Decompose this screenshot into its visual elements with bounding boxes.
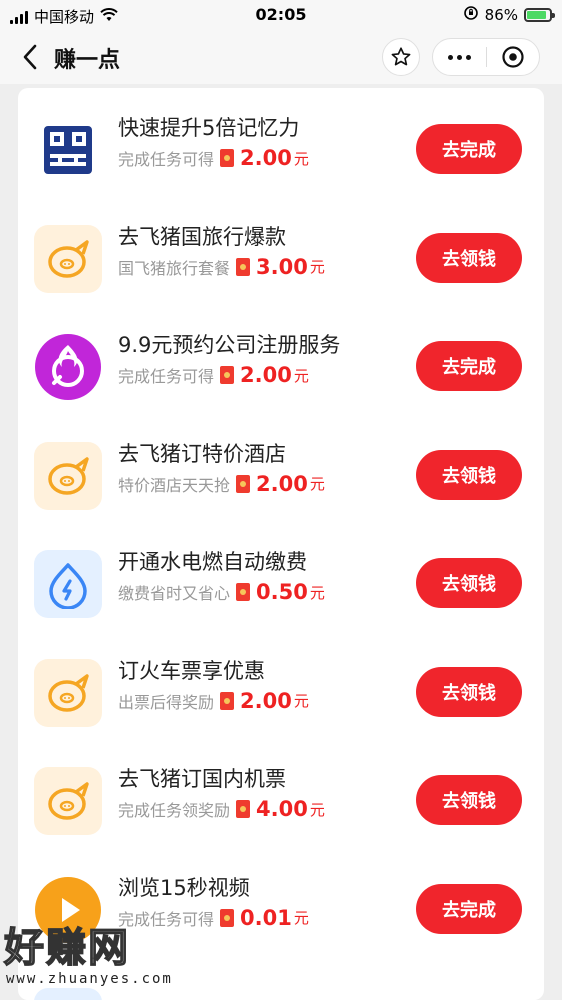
task-action-button[interactable]: 去领钱 [416, 232, 522, 283]
reward-unit: 元 [309, 475, 325, 493]
reward-unit: 元 [293, 692, 309, 710]
task-title: 去飞猪国旅行爆款 [118, 224, 286, 249]
reward-amount: 2.00 [240, 688, 292, 713]
red-packet-icon [220, 691, 235, 710]
more-button[interactable] [433, 38, 486, 76]
task-description: 完成任务领奖励 [118, 801, 231, 820]
target-close-icon [502, 46, 524, 68]
task-row: 订火车票享优惠出票后得奖励 2.00 元 去领钱 [18, 643, 544, 751]
red-packet-icon [220, 366, 235, 384]
reward-unit: 元 [309, 800, 325, 819]
task-action-button[interactable]: 去完成 [416, 883, 522, 934]
reward-unit: 元 [293, 909, 309, 927]
task-row: 9.9元预约公司注册服务完成任务可得 2.00 元 去完成 [18, 317, 544, 425]
task-row: 去飞猪国旅行爆款国飞猪旅行套餐 3.00 元 去领钱 [18, 209, 544, 317]
task-description: 完成任务可得 [118, 367, 215, 386]
nav-bar: 赚一点 [0, 30, 562, 84]
reward-amount: 2.00 [240, 363, 292, 387]
task-reward: 完成任务可得 2.00 元 [118, 363, 309, 387]
status-right: 86% [463, 5, 555, 25]
task-action-button[interactable]: 去领钱 [416, 666, 522, 717]
watermark-title: 好赚网 [3, 924, 130, 972]
task-row: 去飞猪订特价酒店特价酒店天天抢 2.00 元 去领钱 [18, 426, 544, 534]
watermark: 好赚网 www.zhuanyes.com [0, 915, 200, 995]
fliggy-icon [34, 224, 102, 293]
watermark-url: www.zhuanyes.com [6, 971, 173, 987]
red-packet-icon [220, 908, 235, 927]
task-reward: 完成任务可得 2.00 元 [118, 146, 309, 170]
chevron-left-icon [23, 44, 37, 70]
task-description: 出票后得奖励 [118, 692, 215, 712]
task-reward: 完成任务领奖励 4.00 元 [118, 797, 325, 821]
close-mini-program-button[interactable] [487, 38, 539, 76]
fliggy-icon [34, 767, 102, 835]
task-action-button[interactable]: 去完成 [416, 124, 522, 174]
task-title: 订火车票享优惠 [118, 658, 265, 683]
back-button[interactable] [22, 42, 48, 72]
task-reward: 特价酒店天天抢 2.00 元 [118, 472, 325, 496]
red-packet-icon [236, 474, 251, 493]
reward-unit: 元 [293, 149, 309, 168]
star-icon [391, 47, 411, 66]
reward-unit: 元 [309, 258, 325, 276]
battery-fill [527, 11, 546, 19]
task-description: 完成任务可得 [118, 150, 215, 169]
red-packet-icon [236, 800, 251, 818]
task-row: 快速提升5倍记忆力完成任务可得 2.00 元 去完成 [18, 100, 544, 208]
reward-amount: 3.00 [256, 254, 308, 279]
task-action-button[interactable]: 去领钱 [416, 558, 522, 608]
red-packet-icon [236, 257, 251, 276]
reward-amount: 2.00 [240, 146, 292, 170]
reward-amount: 4.00 [256, 797, 308, 821]
task-action-button[interactable]: 去领钱 [416, 449, 522, 500]
task-reward: 国飞猪旅行套餐 3.00 元 [118, 255, 325, 279]
task-list-card: 快速提升5倍记忆力 完成任务可得 2.00 元去完成 去飞猪国旅行爆款 国飞猪旅行套餐 3.… [18, 88, 544, 1000]
red-packet-icon [236, 583, 251, 601]
reward-amount: 0.50 [256, 580, 308, 604]
battery-percent: 86% [484, 6, 518, 24]
fliggy-icon [34, 441, 102, 510]
battery-icon [524, 8, 555, 22]
task-action-button[interactable]: 去领钱 [416, 775, 522, 825]
utility-payment-icon [34, 550, 102, 618]
red-packet-icon [220, 149, 235, 167]
reward-unit: 元 [293, 366, 309, 385]
task-row: 去飞猪订国内机票完成任务领奖励 4.00 元 去领钱 [18, 751, 544, 859]
task-title: 9.9元预约公司注册服务 [118, 333, 341, 357]
task-title: 去飞猪订特价酒店 [118, 441, 286, 466]
task-title: 去飞猪订国内机票 [118, 767, 286, 791]
task-title: 浏览15秒视频 [118, 875, 250, 900]
task-row: 开通水电燃自动缴费缴费省时又省心 0.50 元 去领钱 [18, 534, 544, 642]
task-description: 缴费省时又省心 [118, 584, 231, 603]
memory-app-icon [34, 116, 102, 184]
task-title: 快速提升5倍记忆力 [118, 116, 300, 140]
page-title: 赚一点 [54, 48, 121, 73]
flame-service-icon [34, 333, 102, 401]
task-reward: 出票后得奖励 2.00 元 [118, 689, 309, 713]
orientation-lock-icon [463, 5, 479, 25]
task-description: 国飞猪旅行套餐 [118, 258, 231, 278]
status-bar: 中国移动 02:05 86% [0, 0, 562, 30]
task-description: 特价酒店天天抢 [118, 475, 231, 495]
favorite-button[interactable] [382, 38, 420, 76]
reward-unit: 元 [309, 583, 325, 602]
reward-amount: 0.01 [240, 905, 292, 930]
mini-program-capsule [432, 38, 540, 76]
task-title: 开通水电燃自动缴费 [118, 550, 307, 574]
task-action-button[interactable]: 去完成 [416, 341, 522, 391]
fliggy-icon [34, 658, 102, 727]
reward-amount: 2.00 [256, 471, 308, 496]
task-reward: 缴费省时又省心 0.50 元 [118, 580, 325, 604]
